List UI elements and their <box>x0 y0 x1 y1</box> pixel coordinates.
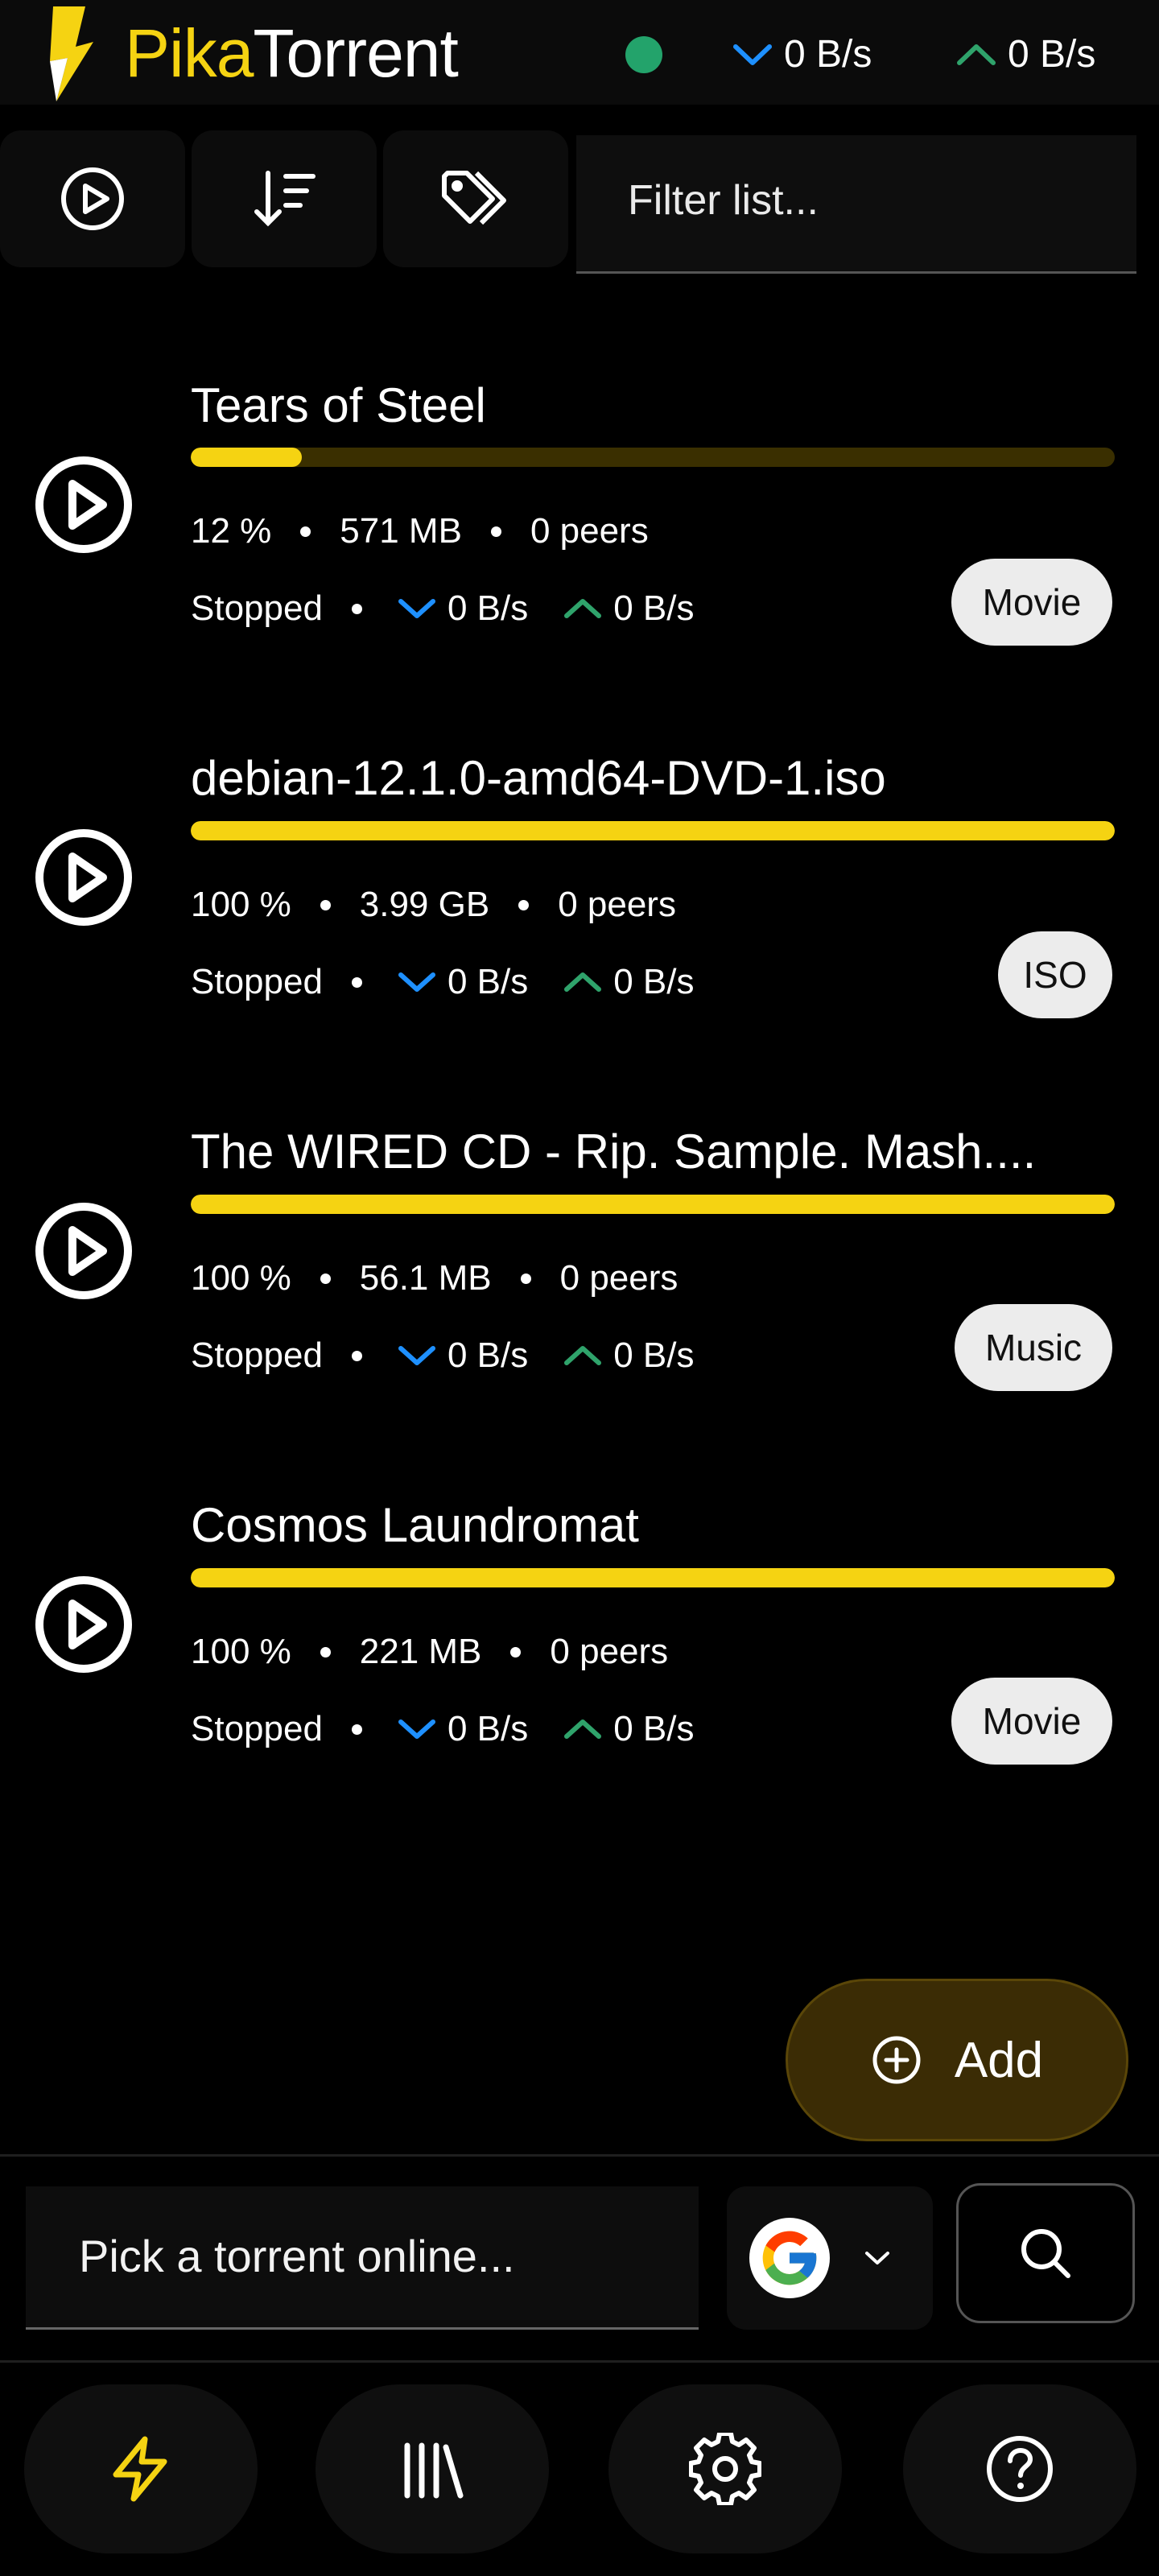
peer-count: 0 peers <box>558 885 676 924</box>
progress-percent: 100 % <box>191 1632 291 1671</box>
arrow-down-icon <box>398 1719 435 1739</box>
arrow-up-icon <box>564 972 602 992</box>
torrent-download-speed: 0 B/s <box>398 1707 528 1752</box>
torrent-stats: 100 % 56.1 MB 0 peers <box>191 1256 678 1301</box>
arrow-up-icon <box>564 1719 602 1739</box>
connection-status-dot <box>625 36 662 73</box>
torrent-status-row: Stopped 0 B/s 0 B/s <box>191 586 730 631</box>
divider <box>0 2360 1159 2363</box>
torrent-name: The WIRED CD - Rip. Sample. Mash.... <box>191 1125 1037 1179</box>
peer-count: 0 peers <box>550 1632 669 1671</box>
play-torrent-button[interactable] <box>34 1201 134 1301</box>
play-torrent-button[interactable] <box>34 1575 134 1674</box>
torrent-tag[interactable]: ISO <box>998 931 1112 1018</box>
play-torrent-button[interactable] <box>34 455 134 555</box>
pika-bolt-logo <box>50 6 93 101</box>
arrow-up-icon <box>957 44 996 65</box>
torrent-tag[interactable]: Music <box>955 1304 1112 1391</box>
torrent-upload-speed: 0 B/s <box>563 960 695 1005</box>
add-torrent-button[interactable]: Add <box>786 1979 1128 2141</box>
start-all-button[interactable] <box>0 130 185 267</box>
library-icon <box>404 2442 464 2499</box>
search-button[interactable] <box>956 2183 1135 2323</box>
torrent-progress-bar <box>191 1568 1115 1587</box>
chevron-down-icon <box>865 2252 889 2264</box>
torrent-progress-bar <box>191 448 1115 467</box>
torrent-tag[interactable]: Movie <box>951 559 1112 646</box>
add-button-label: Add <box>954 2032 1044 2088</box>
torrent-stats: 100 % 221 MB 0 peers <box>191 1629 668 1674</box>
torrent-progress-bar <box>191 821 1115 840</box>
help-icon <box>987 2436 1053 2502</box>
nav-library-button[interactable] <box>316 2384 549 2553</box>
torrent-tag[interactable]: Movie <box>951 1678 1112 1765</box>
global-upload-speed: 0 B/s <box>956 31 1095 79</box>
nav-settings-button[interactable] <box>608 2384 842 2553</box>
torrent-size: 571 MB <box>340 511 462 551</box>
online-search-input[interactable] <box>26 2186 708 2325</box>
torrent-status: Stopped <box>191 1335 323 1375</box>
progress-percent: 100 % <box>191 1258 291 1298</box>
torrent-download-speed: 0 B/s <box>398 586 528 631</box>
torrent-name: debian-12.1.0-amd64-DVD-1.iso <box>191 751 886 805</box>
torrent-download-speed: 0 B/s <box>398 1333 528 1378</box>
divider <box>0 2154 1159 2157</box>
torrent-download-speed: 0 B/s <box>398 960 528 1005</box>
torrent-status: Stopped <box>191 962 323 1001</box>
nav-torrents-button[interactable] <box>24 2384 258 2553</box>
torrent-progress-bar <box>191 1195 1115 1214</box>
arrow-down-icon <box>398 972 435 992</box>
torrent-status-row: Stopped 0 B/s 0 B/s <box>191 960 730 1005</box>
arrow-down-icon <box>733 44 772 65</box>
arrow-up-icon <box>564 1346 602 1365</box>
nav-help-button[interactable] <box>903 2384 1136 2553</box>
torrent-status: Stopped <box>191 1709 323 1748</box>
torrent-status-row: Stopped 0 B/s 0 B/s <box>191 1707 730 1752</box>
progress-percent: 100 % <box>191 885 291 924</box>
torrent-upload-speed: 0 B/s <box>563 1333 695 1378</box>
torrent-stats: 100 % 3.99 GB 0 peers <box>191 882 676 927</box>
progress-fill <box>191 1195 1115 1214</box>
play-torrent-button[interactable] <box>34 828 134 927</box>
torrent-status: Stopped <box>191 588 323 628</box>
peer-count: 0 peers <box>530 511 649 551</box>
torrent-name: Tears of Steel <box>191 378 486 432</box>
torrent-upload-speed: 0 B/s <box>563 1707 695 1752</box>
torrent-upload-speed: 0 B/s <box>563 586 695 631</box>
play-icon <box>61 167 124 230</box>
arrow-down-icon <box>398 599 435 618</box>
gear-icon <box>689 2433 761 2505</box>
search-icon <box>1021 2229 1070 2278</box>
torrent-size: 3.99 GB <box>359 885 490 924</box>
google-g-icon <box>749 2218 830 2298</box>
torrent-size: 56.1 MB <box>359 1258 492 1298</box>
search-engine-select[interactable] <box>727 2186 933 2330</box>
plus-circle-icon <box>872 2036 921 2084</box>
arrow-up-icon <box>564 599 602 618</box>
arrow-down-icon <box>398 1346 435 1365</box>
global-download-speed: 0 B/s <box>732 31 872 79</box>
sort-button[interactable] <box>192 130 377 267</box>
online-search-field[interactable] <box>26 2186 708 2330</box>
tags-icon <box>442 171 506 225</box>
progress-fill <box>191 448 302 467</box>
peer-count: 0 peers <box>559 1258 678 1298</box>
bolt-icon <box>113 2436 167 2502</box>
tags-button[interactable] <box>383 130 568 267</box>
progress-percent: 12 % <box>191 511 272 551</box>
filter-input[interactable] <box>576 135 1128 266</box>
progress-fill <box>191 821 1115 840</box>
torrent-stats: 12 % 571 MB 0 peers <box>191 509 649 554</box>
filter-field[interactable] <box>576 135 1136 274</box>
sort-icon <box>254 171 316 227</box>
torrent-name: Cosmos Laundromat <box>191 1498 639 1552</box>
torrent-size: 221 MB <box>359 1632 482 1671</box>
app-title: PikaTorrent <box>125 15 459 91</box>
progress-fill <box>191 1568 1115 1587</box>
torrent-status-row: Stopped 0 B/s 0 B/s <box>191 1333 730 1378</box>
